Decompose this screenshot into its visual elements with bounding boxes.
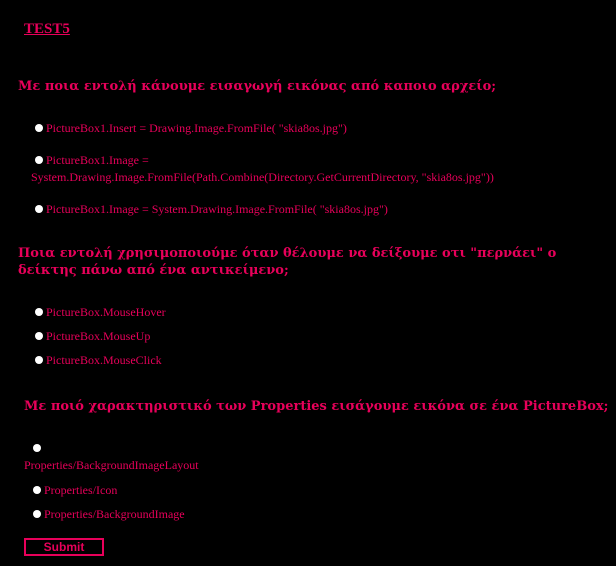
q2-option-3-label: PictureBox.MouseClick <box>46 353 162 367</box>
question-2-text-line1: Ποια εντολή χρησιμοποιούμε όταν θέλουμε … <box>18 246 557 261</box>
q3-option-3-label: Properties/BackgroundImage <box>44 507 185 521</box>
q3-option-3[interactable]: Properties/BackgroundImage <box>33 507 185 522</box>
q2-option-3[interactable]: PictureBox.MouseClick <box>35 353 162 368</box>
radio-button[interactable] <box>33 486 41 494</box>
q3-option-1-label: Properties/BackgroundImageLayout <box>24 458 199 472</box>
q3-option-2-label: Properties/Icon <box>44 483 118 497</box>
q1-option-2[interactable]: PictureBox1.Image = <box>35 153 149 168</box>
question-3-text: Με ποιό χαρακτηριστικό των Properties ει… <box>24 399 609 414</box>
q1-option-3-label: PictureBox1.Image = System.Drawing.Image… <box>46 202 388 216</box>
q1-option-1-label: PictureBox1.Insert = Drawing.Image.FromF… <box>46 121 347 135</box>
radio-button[interactable] <box>35 308 43 316</box>
q1-option-2-line2: System.Drawing.Image.FromFile(Path.Combi… <box>31 170 494 184</box>
submit-button[interactable]: Submit <box>24 538 104 556</box>
q3-option-2[interactable]: Properties/Icon <box>33 483 117 498</box>
radio-button[interactable] <box>33 444 41 452</box>
q2-option-1-label: PictureBox.MouseHover <box>46 305 166 319</box>
radio-button[interactable] <box>35 356 43 364</box>
q2-option-2[interactable]: PictureBox.MouseUp <box>35 329 150 344</box>
radio-button[interactable] <box>35 124 43 132</box>
q2-option-2-label: PictureBox.MouseUp <box>46 329 151 343</box>
question-2-text-line2: δείκτης πάνω από ένα αντικείμενο; <box>18 263 289 278</box>
q2-option-1[interactable]: PictureBox.MouseHover <box>35 305 166 320</box>
question-1-text: Με ποια εντολή κάνουμε εισαγωγή εικόνας … <box>18 79 497 94</box>
quiz-panel: TEST5 Με ποια εντολή κάνουμε εισαγωγή ει… <box>0 0 616 566</box>
radio-button[interactable] <box>35 205 43 213</box>
radio-button[interactable] <box>35 332 43 340</box>
q1-option-3[interactable]: PictureBox1.Image = System.Drawing.Image… <box>35 202 388 217</box>
radio-button[interactable] <box>33 510 41 518</box>
q1-option-2-label-line1: PictureBox1.Image = <box>46 153 149 167</box>
q1-option-1[interactable]: PictureBox1.Insert = Drawing.Image.FromF… <box>35 121 347 136</box>
q3-option-1-radio-wrap[interactable] <box>33 444 41 452</box>
radio-button[interactable] <box>35 156 43 164</box>
quiz-title: TEST5 <box>24 21 70 37</box>
